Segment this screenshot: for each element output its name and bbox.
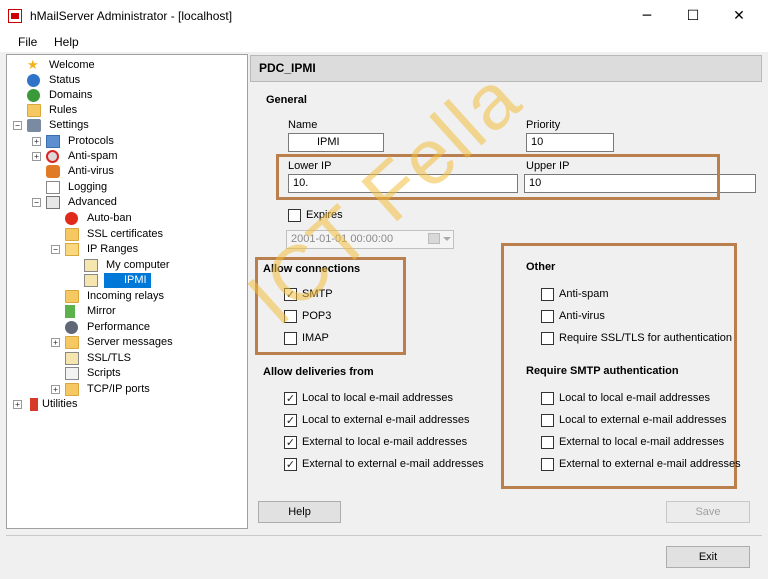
collapse-icon[interactable]: − (13, 121, 22, 130)
app-icon (8, 9, 22, 23)
anti-spam-checkbox[interactable] (541, 288, 554, 301)
auth-local-to-local-checkbox[interactable] (541, 392, 554, 405)
tree-item-settings[interactable]: − Settings (13, 118, 213, 133)
expand-icon[interactable]: + (51, 385, 60, 394)
window-title: hMailServer Administrator - [localhost] (30, 9, 233, 23)
local-to-local-label: Local to local e-mail addresses (302, 392, 454, 404)
external-to-external-checkbox[interactable]: ✓ (284, 458, 297, 471)
auth-local-to-external-label: Local to external e-mail addresses (559, 414, 727, 426)
local-to-external-label: Local to external e-mail addresses (302, 414, 470, 426)
tree-item-advanced[interactable]: − Advanced (32, 195, 232, 210)
folder-icon (65, 228, 79, 241)
folder-icon (65, 383, 79, 396)
menu-file[interactable]: File (18, 35, 37, 49)
navigation-tree[interactable]: ★ Welcome Status Domains Rules − Setting… (6, 54, 248, 529)
magnifier-icon (46, 196, 60, 209)
auth-local-to-external-checkbox[interactable] (541, 414, 554, 427)
anti-spam-label: Anti-spam (559, 288, 609, 300)
expand-icon[interactable]: + (32, 137, 41, 146)
help-button[interactable]: Help (258, 501, 341, 523)
expand-icon[interactable]: + (32, 152, 41, 161)
extinguisher-icon (30, 398, 38, 411)
tools-icon (27, 119, 41, 132)
close-button[interactable]: ✕ (716, 0, 762, 32)
selected-node-label: IPMI (104, 273, 151, 288)
document-icon (46, 181, 60, 194)
panel-title: PDC_IPMI (259, 61, 316, 75)
auth-external-to-local-label: External to local e-mail addresses (559, 436, 725, 448)
auth-external-to-external-checkbox[interactable] (541, 458, 554, 471)
anti-virus-checkbox[interactable] (541, 310, 554, 323)
network-range-icon (84, 259, 98, 272)
allow-deliveries-heading: Allow deliveries from (263, 366, 374, 378)
tree-item-anti-spam[interactable]: + Anti-spam (32, 149, 232, 164)
star-icon: ★ (27, 58, 39, 73)
stop-icon (65, 212, 78, 225)
priority-input[interactable]: 10 (526, 133, 614, 152)
virus-icon (46, 165, 60, 178)
info-icon (27, 74, 40, 87)
auth-local-to-local-label: Local to local e-mail addresses (559, 392, 711, 404)
script-icon (65, 367, 79, 380)
collapse-icon[interactable]: − (32, 198, 41, 207)
chevron-down-icon[interactable] (443, 237, 451, 241)
folder-open-icon (65, 243, 79, 256)
collapse-icon[interactable]: − (51, 245, 60, 254)
minimize-button[interactable]: ─ (624, 0, 670, 32)
menu-bar (0, 32, 768, 52)
no-spam-icon (46, 150, 59, 163)
general-heading: General (266, 94, 307, 106)
folder-icon (65, 290, 79, 303)
calendar-icon[interactable] (428, 233, 440, 244)
external-to-local-checkbox[interactable]: ✓ (284, 436, 297, 449)
expand-icon[interactable]: + (13, 400, 22, 409)
tree-item-ip-ranges[interactable]: − IP Ranges (51, 242, 241, 257)
panel-header (250, 55, 762, 82)
footer-separator (6, 535, 762, 536)
mirror-arrow-icon (65, 305, 75, 318)
require-ssl-label: Require SSL/TLS for authentication (559, 332, 733, 344)
maximize-button[interactable]: ☐ (670, 0, 716, 32)
menu-help[interactable]: Help (54, 35, 79, 49)
tree-item-server-messages[interactable]: + Server messages (51, 335, 241, 350)
external-to-external-label: External to external e-mail addresses (302, 458, 484, 470)
folder-icon (27, 104, 41, 117)
folder-icon (65, 336, 79, 349)
certificate-icon (65, 352, 79, 365)
exit-button[interactable]: Exit (666, 546, 750, 568)
protocols-icon (46, 135, 60, 148)
name-label: Name (288, 119, 318, 131)
auth-external-to-local-checkbox[interactable] (541, 436, 554, 449)
other-heading: Other (526, 261, 556, 273)
gauge-icon (65, 321, 78, 334)
imap-label: IMAP (302, 332, 329, 344)
local-to-local-checkbox[interactable]: ✓ (284, 392, 297, 405)
require-ssl-checkbox[interactable] (541, 332, 554, 345)
anti-virus-label: Anti-virus (559, 310, 605, 322)
globe-icon (27, 89, 40, 102)
expand-icon[interactable]: + (51, 338, 60, 347)
save-button[interactable]: Save (666, 501, 750, 523)
require-smtp-auth-heading: Require SMTP authentication (526, 365, 679, 377)
tree-item-protocols[interactable]: + Protocols (32, 134, 232, 149)
local-to-external-checkbox[interactable]: ✓ (284, 414, 297, 427)
tree-item-utilities[interactable]: + Utilities (13, 397, 213, 412)
external-to-local-label: External to local e-mail addresses (302, 436, 468, 448)
auth-external-to-external-label: External to external e-mail addresses (559, 458, 741, 470)
network-range-icon (84, 274, 98, 287)
tree-item-tcpip-ports[interactable]: + TCP/IP ports (51, 382, 241, 397)
